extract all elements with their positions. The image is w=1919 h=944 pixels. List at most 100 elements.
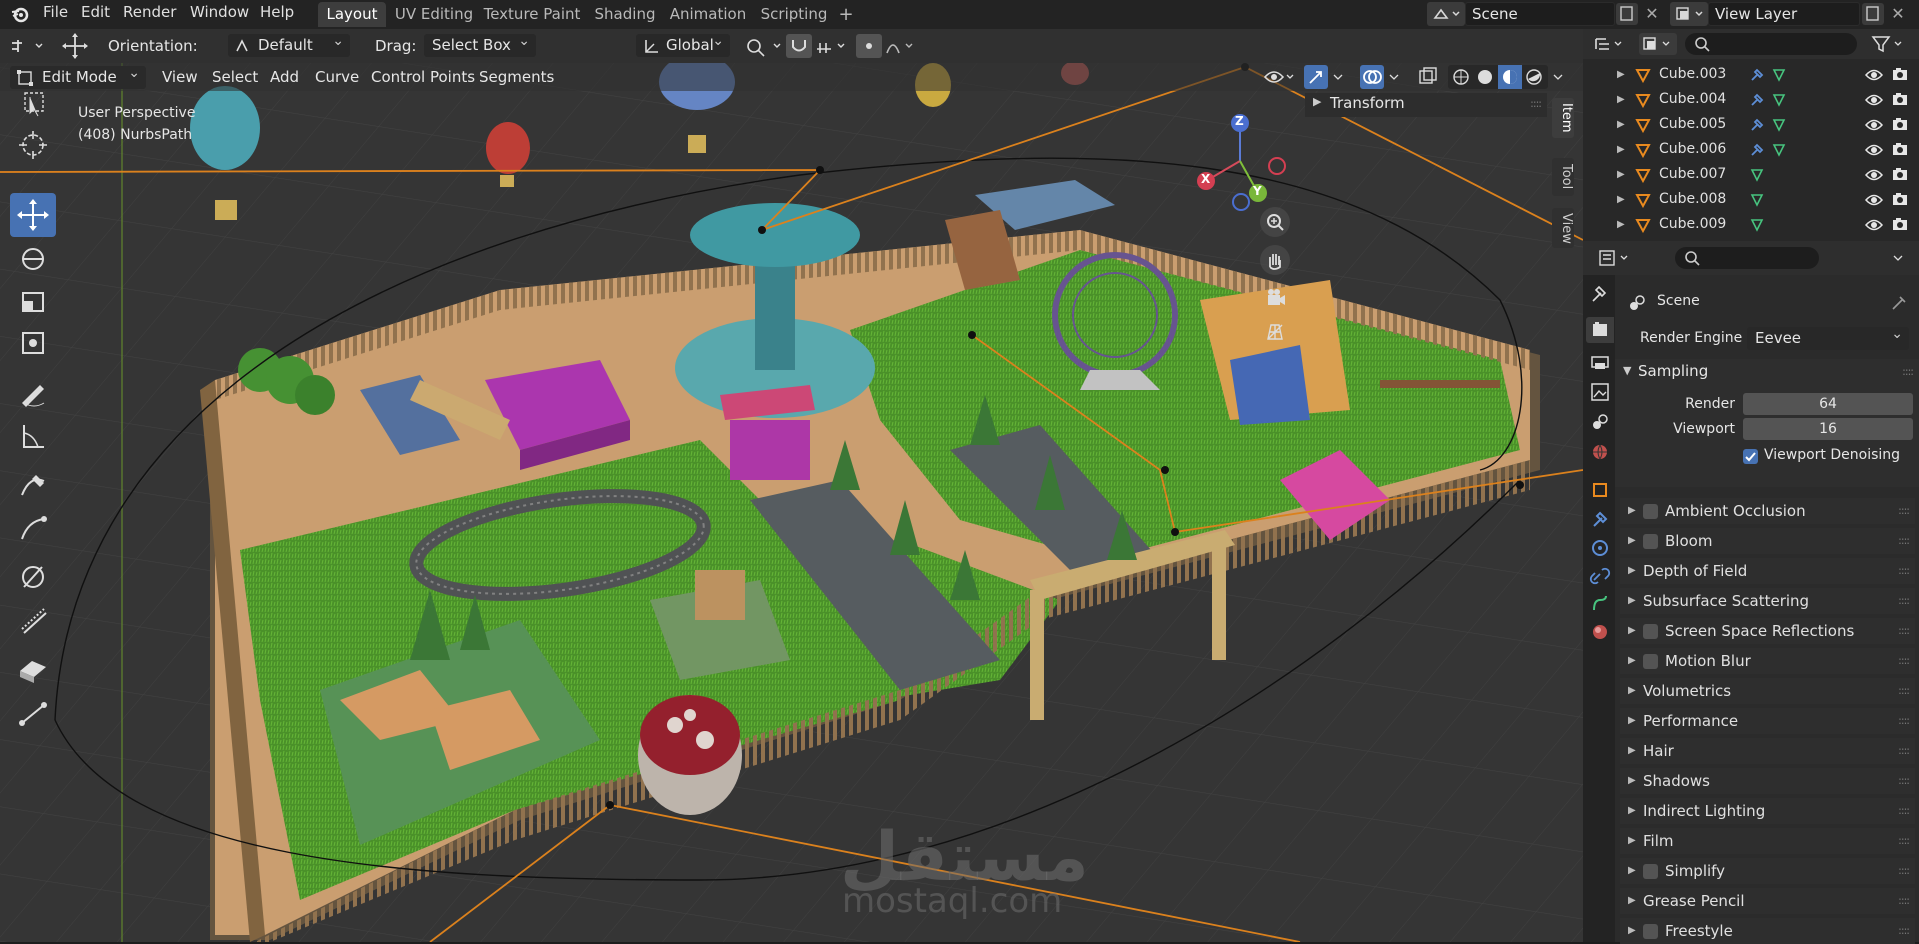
render-camera-icon[interactable] (1891, 141, 1909, 157)
shading-options-icon[interactable] (1550, 65, 1570, 89)
gizmo-toggle-icon[interactable] (1304, 65, 1328, 89)
mesh-data-icon[interactable] (1771, 117, 1787, 133)
drag-handle-icon[interactable]: :::: (1898, 678, 1910, 704)
menu-help[interactable]: Help (260, 0, 294, 29)
properties-editor-type-icon[interactable] (1597, 247, 1635, 269)
panel-header[interactable]: ▶ Indirect Lighting:::: (1620, 798, 1915, 824)
panel-enable-checkbox[interactable] (1643, 924, 1658, 939)
drag-handle-icon[interactable]: :::: (1898, 828, 1910, 854)
pan-hand-icon[interactable] (1260, 245, 1290, 275)
orientation-dropdown[interactable]: Default (228, 30, 350, 57)
tilt-tool[interactable] (10, 507, 56, 547)
outliner-item-name[interactable]: Cube.006 (1659, 137, 1726, 162)
move-tool[interactable] (10, 193, 56, 237)
outliner-row[interactable]: ▶ Cube.006 (1583, 137, 1919, 162)
wireframe-shading-icon[interactable] (1448, 65, 1472, 89)
drag-handle-icon[interactable]: :::: (1898, 738, 1910, 764)
sidebar-tab-item[interactable]: Item (1552, 98, 1574, 138)
render-engine-dropdown[interactable]: Eevee (1747, 323, 1909, 350)
falloff-icon[interactable] (884, 35, 920, 57)
modifier-tab-icon[interactable] (1589, 509, 1611, 531)
drag-handle-icon[interactable]: :::: (1898, 648, 1910, 674)
filter-icon[interactable] (1869, 33, 1909, 55)
drag-handle-icon[interactable]: :::: (1898, 588, 1910, 614)
mesh-data-icon[interactable] (1749, 167, 1765, 183)
panel-enable-checkbox[interactable] (1643, 654, 1658, 669)
extrude-tool[interactable] (10, 649, 56, 689)
visibility-eye-icon[interactable] (1865, 67, 1883, 83)
visibility-eye-icon[interactable] (1865, 92, 1883, 108)
rendered-shading-icon[interactable] (1523, 65, 1547, 89)
gizmo-options-icon[interactable] (1330, 65, 1350, 89)
expand-arrow-icon[interactable]: ▶ (1617, 87, 1625, 112)
tool-tab-icon[interactable] (1589, 283, 1611, 305)
annotate-tool[interactable] (10, 373, 56, 413)
viewport-denoising-checkbox[interactable] (1743, 449, 1758, 464)
editor-type-icon[interactable] (1593, 33, 1629, 55)
tool-settings-icon[interactable] (8, 35, 48, 57)
delete-view-layer-icon[interactable]: ✕ (1888, 4, 1908, 24)
modifier-wrench-icon[interactable] (1749, 117, 1765, 133)
menu-render[interactable]: Render (123, 0, 176, 29)
visibility-eye-icon[interactable] (1865, 192, 1883, 208)
new-view-layer-icon[interactable] (1862, 3, 1884, 25)
snap-toggle-icon[interactable] (786, 34, 812, 58)
display-mode-icon[interactable] (1639, 33, 1677, 55)
tab-shading[interactable]: Shading (588, 2, 662, 27)
drag-handle-icon[interactable]: :::: (1898, 768, 1910, 794)
properties-options-icon[interactable] (1889, 247, 1909, 269)
snap-target-icon[interactable] (814, 35, 852, 57)
view-layer-tab-icon[interactable] (1589, 381, 1611, 403)
object-tab-icon[interactable] (1589, 479, 1611, 501)
sampling-panel-header[interactable]: ▼ Sampling :::: (1615, 359, 1919, 385)
expand-arrow-icon[interactable]: ▶ (1617, 162, 1625, 187)
panel-header[interactable]: ▶ Ambient Occlusion:::: (1620, 498, 1915, 524)
panel-enable-checkbox[interactable] (1643, 624, 1658, 639)
data-tab-icon[interactable] (1589, 593, 1611, 615)
mesh-data-icon[interactable] (1771, 142, 1787, 158)
visibility-eye-icon[interactable] (1865, 142, 1883, 158)
zoom-icon[interactable] (1260, 207, 1290, 237)
randomize-tool[interactable] (10, 599, 56, 639)
delete-scene-icon[interactable]: ✕ (1642, 4, 1662, 24)
solid-shading-icon[interactable] (1473, 65, 1497, 89)
sidebar-tab-view[interactable]: View (1552, 208, 1574, 248)
drag-handle-icon[interactable]: :::: (1898, 798, 1910, 824)
outliner-row[interactable]: ▶ Cube.007 (1583, 162, 1919, 187)
panel-header[interactable]: ▶ Grease Pencil:::: (1620, 888, 1915, 914)
modifier-wrench-icon[interactable] (1749, 67, 1765, 83)
world-tab-icon[interactable] (1589, 441, 1611, 463)
render-camera-icon[interactable] (1891, 166, 1909, 182)
outliner-row[interactable]: ▶ Cube.005 (1583, 112, 1919, 137)
drag-handle-icon[interactable]: :::: (1898, 498, 1910, 524)
outliner-item-name[interactable]: Cube.005 (1659, 112, 1726, 137)
add-workspace-button[interactable]: + (835, 2, 857, 27)
panel-header[interactable]: ▶ Freestyle:::: (1620, 918, 1915, 944)
menu-control-points[interactable]: Control Points (371, 67, 475, 87)
camera-view-icon[interactable] (1260, 283, 1290, 313)
menu-edit[interactable]: Edit (81, 0, 110, 29)
scene-selector-button[interactable] (1427, 2, 1465, 26)
panel-header[interactable]: ▶ Film:::: (1620, 828, 1915, 854)
drag-handle-icon[interactable]: :::: (1898, 558, 1910, 584)
proportional-editing-icon[interactable] (856, 34, 882, 58)
panel-header[interactable]: ▶ Performance:::: (1620, 708, 1915, 734)
outliner-item-name[interactable]: Cube.008 (1659, 187, 1726, 212)
perspective-toggle-icon[interactable] (1260, 317, 1290, 347)
render-samples-field[interactable]: 64 (1743, 393, 1913, 415)
viewport-samples-field[interactable]: 16 (1743, 418, 1913, 440)
mode-dropdown[interactable]: Edit Mode (10, 62, 146, 89)
mesh-data-icon[interactable] (1771, 67, 1787, 83)
panel-enable-checkbox[interactable] (1643, 534, 1658, 549)
sidebar-tab-tool[interactable]: Tool (1552, 158, 1574, 196)
visibility-eye-icon[interactable] (1262, 65, 1296, 89)
drag-handle-icon[interactable]: :::: (1898, 708, 1910, 734)
render-camera-icon[interactable] (1891, 216, 1909, 232)
outliner-row[interactable]: ▶ Cube.003 (1583, 62, 1919, 87)
physics-tab-icon[interactable] (1589, 537, 1611, 559)
drag-dropdown[interactable]: Select Box (424, 30, 536, 57)
outliner-item-name[interactable]: Cube.009 (1659, 212, 1726, 237)
render-camera-icon[interactable] (1891, 191, 1909, 207)
new-scene-icon[interactable] (1616, 3, 1638, 25)
outliner-row[interactable]: ▶ Cube.004 (1583, 87, 1919, 112)
